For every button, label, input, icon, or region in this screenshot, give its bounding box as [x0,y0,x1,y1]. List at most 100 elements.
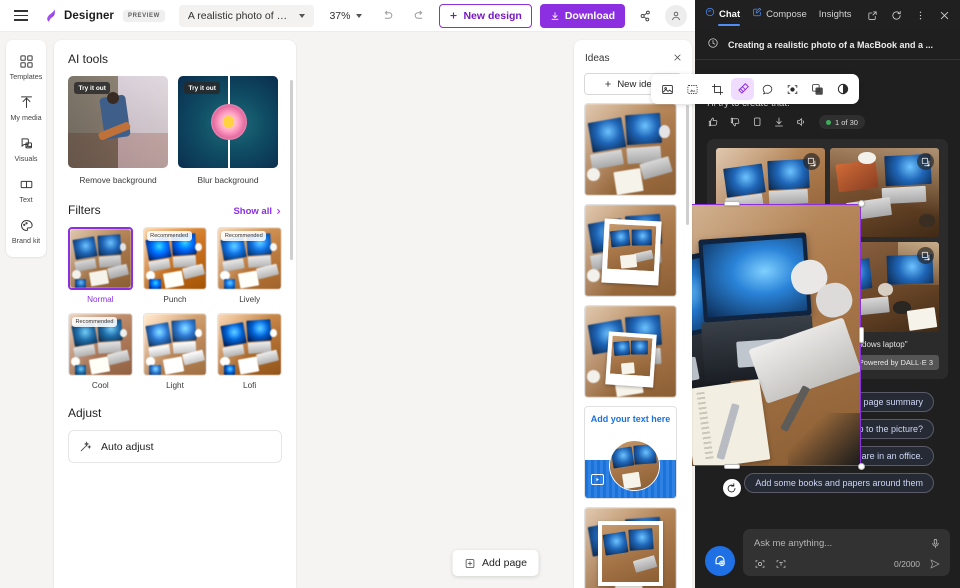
sidebar-item-templates[interactable]: Templates [6,46,46,87]
idea-card-framed[interactable] [584,507,677,588]
zoom-control[interactable]: 37% [324,7,367,25]
copilot-composer: Ask me anything... 0/2000 [695,519,960,588]
filters-icon[interactable] [731,78,754,100]
conversation-context[interactable]: Creating a realistic photo of a MacBook … [695,30,960,60]
copy-icon[interactable] [751,116,763,128]
open-in-new-icon[interactable] [864,6,882,24]
suggestion-chip-3[interactable]: Add some books and papers around them [744,472,934,493]
download-icon[interactable] [773,116,785,128]
idea-card-polaroid-small[interactable] [584,305,677,398]
frame-icon[interactable] [781,78,804,100]
resize-handle-right[interactable] [859,327,864,343]
close-icon[interactable] [673,49,682,67]
more-options-icon[interactable] [912,6,930,24]
chat-icon [705,0,715,30]
filter-normal[interactable]: Normal [68,227,133,304]
read-aloud-icon[interactable] [795,116,807,128]
ai-tool-label: Blur background [197,175,259,185]
tab-insights-label: Insights [818,9,852,20]
filter-light[interactable]: Light [142,313,208,390]
auto-adjust-button[interactable]: Auto adjust [68,430,282,463]
ai-tool-remove-background[interactable]: Try it out Remove background [68,76,168,185]
download-button[interactable]: Download [539,3,625,28]
ai-tool-blur-background[interactable]: Try it out Blur background [178,76,278,185]
add-page-label: Add page [482,557,527,569]
chat-input-bottom: 0/2000 [754,558,941,570]
send-icon[interactable] [929,558,941,570]
remove-background-icon[interactable] [681,78,704,100]
left-rail: Templates My media Visuals Text Brand ki… [0,32,52,588]
text-capture-icon[interactable] [775,558,787,570]
image-capture-icon[interactable] [754,558,766,570]
result-counter-label: 1 of 30 [835,117,858,127]
chat-input-box[interactable]: Ask me anything... 0/2000 [743,529,950,576]
design-title-dropdown[interactable]: A realistic photo of a ... [178,4,314,27]
shape-mask-icon[interactable] [756,78,779,100]
ideas-scrollbar[interactable] [686,105,689,225]
text-icon [19,176,34,192]
design-title: A realistic photo of a ... [187,9,289,22]
hamburger-icon[interactable] [8,5,34,27]
idea-card-add-text[interactable]: Add your text here [584,406,677,499]
tab-chat[interactable]: Chat [705,0,741,30]
magic-wand-icon [80,441,92,452]
tab-compose-label: Compose [766,9,807,20]
layers-icon[interactable] [806,78,829,100]
tab-compose[interactable]: Compose [752,0,807,30]
ai-tools-panel: AI tools Try it out Remove background Tr… [54,40,296,588]
idea-card-polaroid-large[interactable] [584,204,677,297]
thumbs-down-icon[interactable] [729,116,741,128]
recommended-badge: Recommended [146,231,192,241]
redo-icon[interactable] [407,4,431,28]
add-to-canvas-icon[interactable] [803,153,820,170]
contrast-icon[interactable] [831,78,854,100]
resize-handle-top[interactable] [723,201,740,206]
filter-lofi[interactable]: Lofi [217,313,282,390]
canvas-area[interactable]: Add page Ideas New ideas Add your text h… [296,32,865,588]
filter-lively[interactable]: Recommended Lively [217,227,282,304]
new-design-label: New design [463,9,522,22]
tab-insights[interactable]: Insights [819,0,852,30]
filter-cool[interactable]: Recommended Cool [68,313,133,390]
crop-icon[interactable] [706,78,729,100]
microphone-icon[interactable] [930,538,941,549]
sidebar-item-visuals[interactable]: Visuals [6,128,46,169]
designer-app: Designer PREVIEW A realistic photo of a … [0,0,865,588]
resize-handle-bottom[interactable] [723,464,740,469]
plus-box-icon [465,558,474,568]
add-page-button[interactable]: Add page [452,550,539,576]
sidebar-item-my-media[interactable]: My media [6,87,46,128]
filter-punch[interactable]: Recommended Punch [142,227,208,304]
idea-card-plain[interactable] [584,103,677,196]
plus-icon [605,81,612,87]
sidebar-label-my-media: My media [10,113,42,122]
undo-icon[interactable] [375,4,399,28]
rotate-icon[interactable] [722,479,741,497]
add-to-canvas-icon[interactable] [917,153,934,170]
filter-label: Cool [91,381,109,390]
panel-scrollbar[interactable] [290,80,293,260]
thumbs-up-icon[interactable] [707,116,719,128]
show-all-label: Show all [233,206,272,217]
close-icon[interactable] [936,6,954,24]
character-counter: 0/2000 [894,559,920,569]
copilot-assistant-button[interactable] [705,546,735,576]
new-design-button[interactable]: New design [439,3,532,28]
upload-icon [19,94,34,110]
sidebar-item-brand-kit[interactable]: Brand kit [6,210,46,251]
ideas-list: Add your text here [574,103,692,588]
resize-handle-top-right[interactable] [858,200,865,207]
try-it-out-badge: Try it out [184,82,221,94]
templates-icon [19,53,34,69]
chevron-down-icon [356,13,363,18]
replace-image-icon[interactable] [656,78,679,100]
resize-handle-bottom-right[interactable] [858,463,865,470]
account-icon[interactable] [665,4,687,27]
share-icon[interactable] [633,4,657,28]
show-all-filters-button[interactable]: Show all [233,206,282,217]
refresh-icon[interactable] [888,6,906,24]
sidebar-item-text[interactable]: Text [6,169,46,210]
ideas-title: Ideas [585,52,610,64]
tab-chat-label: Chat [719,9,741,20]
remove-background-thumbnail: Try it out [68,76,168,168]
